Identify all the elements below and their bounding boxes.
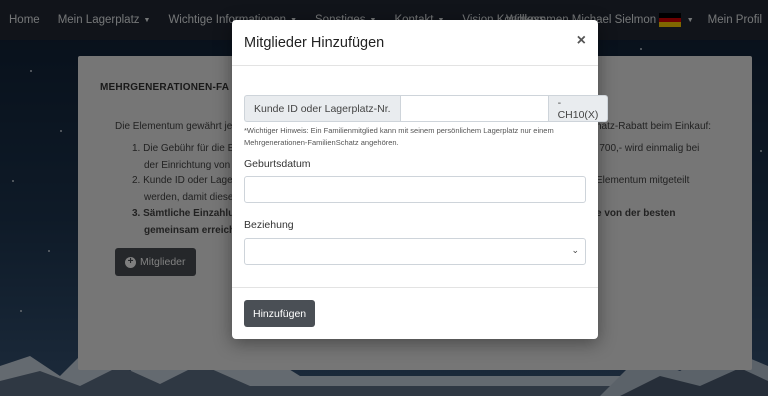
- important-hint: *Wichtiger Hinweis: Ein Familienmitglied…: [244, 126, 554, 147]
- customer-id-group: Kunde ID oder Lagerplatz-Nr. -CH10(X): [244, 95, 609, 122]
- add-button[interactable]: Hinzufügen: [244, 300, 316, 327]
- customer-id-suffix: -CH10(X): [548, 95, 609, 122]
- birthdate-input[interactable]: [244, 176, 586, 203]
- relation-select[interactable]: ⌄: [244, 238, 586, 265]
- add-member-modal: Mitglieder Hinzufügen × Kunde ID oder La…: [232, 20, 609, 339]
- customer-id-prefix: Kunde ID oder Lagerplatz-Nr.: [244, 95, 400, 122]
- modal-header: Mitglieder Hinzufügen: [232, 20, 598, 66]
- modal-footer: Hinzufügen: [232, 287, 598, 339]
- chevron-down-icon: ⌄: [571, 245, 579, 255]
- close-icon[interactable]: ×: [577, 32, 586, 50]
- customer-id-input[interactable]: [399, 95, 549, 122]
- modal-body: Kunde ID oder Lagerplatz-Nr. -CH10(X) *W…: [244, 95, 609, 265]
- relation-label: Beziehung: [244, 219, 294, 231]
- birthdate-label: Geburtsdatum: [244, 158, 311, 170]
- modal-title: Mitglieder Hinzufügen: [244, 34, 385, 51]
